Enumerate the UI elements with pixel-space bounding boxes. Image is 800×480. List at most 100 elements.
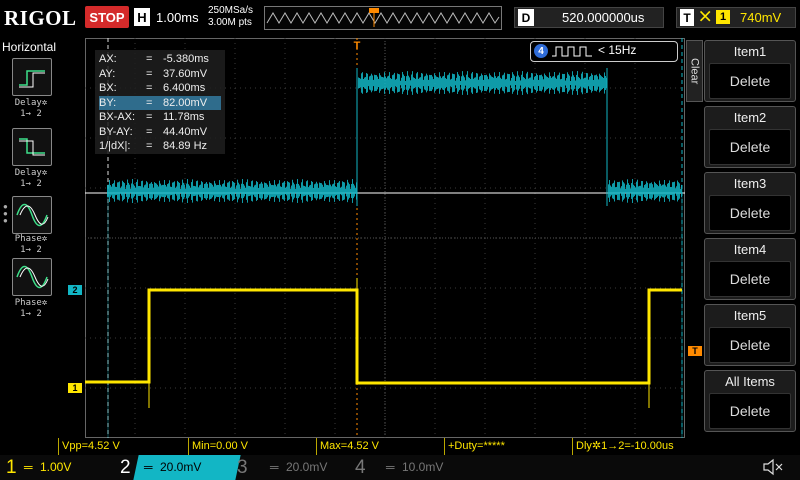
delete-button[interactable]: Delete <box>709 63 791 99</box>
readout-value: -5.380ms <box>163 53 209 65</box>
readout-value: 6.400ms <box>163 82 206 94</box>
ch2-offset-marker[interactable]: 2 <box>68 285 82 295</box>
softkey-item-4[interactable]: Item4 Delete <box>704 238 796 300</box>
delete-button[interactable]: Delete <box>709 129 791 165</box>
readout-equals: = <box>146 140 153 152</box>
delete-button[interactable]: Delete <box>709 393 791 429</box>
channel-4-number[interactable]: 4 <box>355 455 366 480</box>
caption-line-2: 1→ 2 <box>20 245 42 255</box>
horizontal-label: H <box>134 8 150 26</box>
dc-coupling-icon: ═ <box>270 460 279 474</box>
caption-line-1: Phase✲ <box>14 298 48 308</box>
readout-value: 44.40mV <box>163 125 208 138</box>
ch1-offset-marker[interactable]: 1 <box>68 383 82 393</box>
channel-3-scale[interactable]: 20.0mV <box>286 457 327 478</box>
phase-sine-icon <box>16 203 49 227</box>
delete-button[interactable]: Delete <box>709 327 791 363</box>
readout-equals: = <box>146 53 153 65</box>
caption-line-2: 1→ 2 <box>20 179 42 189</box>
delay-fall-icon <box>19 138 45 156</box>
delete-button[interactable]: Delete <box>709 261 791 297</box>
ch4-frequency: < 15Hz <box>598 43 637 57</box>
measurement-item[interactable]: +Duty=***** <box>444 438 572 455</box>
cursor-readout-row: BX-AX: = 11.78ms <box>99 110 221 124</box>
more-dots-icon: ● ● ● <box>3 202 8 225</box>
top-status-bar: RIGOL STOP H 1.00ms 250MSa/s 3.00M pts D… <box>0 0 800 38</box>
delay-rise-button[interactable] <box>12 58 52 96</box>
speaker-mute-icon[interactable] <box>762 458 784 476</box>
ch2-trace-low-1 <box>107 179 357 203</box>
softkey-title: Item1 <box>733 44 767 59</box>
run-stop-button[interactable]: STOP <box>85 6 129 28</box>
channel-1-number[interactable]: 1 <box>6 455 17 480</box>
brand-logo: RIGOL <box>4 6 77 30</box>
clear-tab[interactable]: Clear <box>686 40 703 102</box>
channel-1-scale[interactable]: 1.00V <box>40 457 71 478</box>
readout-label: BY: <box>99 96 117 109</box>
delete-button[interactable]: Delete <box>709 195 791 231</box>
trigger-level: 740mV <box>740 10 782 25</box>
phase-button-1[interactable] <box>12 196 52 234</box>
trigger-position-marker[interactable]: T <box>352 40 362 52</box>
dc-coupling-icon: ═ <box>386 460 395 474</box>
channel-4-scale[interactable]: 10.0mV <box>402 457 443 478</box>
caption-line-1: Delay✲ <box>14 98 48 108</box>
cursor-readout-panel: AX: = -5.380ms AY: = 37.60mV BX: = 6.400ms BY: = 82… <box>95 50 225 154</box>
softkey-item-3[interactable]: Item3 Delete <box>704 172 796 234</box>
readout-label: BY-AY: <box>99 125 133 138</box>
readout-equals: = <box>146 125 153 138</box>
phase-sine-icon <box>16 265 49 289</box>
softkey-title: Item4 <box>733 242 767 257</box>
delay-rise-caption: Delay✲ 1→ 2 <box>4 98 58 120</box>
readout-label: AY: <box>99 67 116 80</box>
measurement-bar: Vpp=4.52 V Min=0.00 V Max=4.52 V +Duty=****… <box>58 438 800 455</box>
rising-edge-icon: ⨉ <box>700 9 711 24</box>
timebase-value[interactable]: 1.00ms <box>156 10 199 25</box>
cursor-readout-row: AY: = 37.60mV <box>99 67 221 81</box>
readout-value: 37.60mV <box>163 67 208 80</box>
readout-label: BX: <box>99 82 117 94</box>
waveform-overview[interactable] <box>264 6 502 30</box>
phase-button-2[interactable] <box>12 258 52 296</box>
softkey-item-5[interactable]: Item5 Delete <box>704 304 796 366</box>
readout-value: 11.78ms <box>163 111 205 123</box>
trigger-label: T <box>680 9 694 26</box>
delay-label: D <box>518 9 534 26</box>
softkey-item-6[interactable]: All Items Delete <box>704 370 796 432</box>
measurement-item[interactable]: Dly✲1→2=-10.00us <box>572 438 722 455</box>
overview-waveform-icon <box>266 8 500 27</box>
readout-label: 1/|dX|: <box>99 140 131 152</box>
channel-2-number[interactable]: 2 <box>120 455 131 480</box>
delay-rise-icon <box>19 70 45 88</box>
softkey-item-2[interactable]: Item2 Delete <box>704 106 796 168</box>
horizontal-menu: Horizontal Delay✲ 1→ 2 Delay✲ 1→ 2 ● ● ● P… <box>0 38 58 438</box>
caption-line-1: Phase✲ <box>14 234 48 244</box>
cursor-readout-row: BX: = 6.400ms <box>99 81 221 95</box>
ch2-trace-low-2 <box>608 179 682 203</box>
trigger-source: 1 <box>716 10 730 24</box>
readout-equals: = <box>146 67 153 80</box>
measurement-item[interactable]: Min=0.00 V <box>188 438 316 455</box>
delay-fall-caption: Delay✲ 1→ 2 <box>4 168 58 190</box>
menu-title: Horizontal <box>2 40 57 54</box>
measurement-item[interactable]: Vpp=4.52 V <box>58 438 188 455</box>
readout-equals: = <box>146 82 153 94</box>
cursor-readout-row: AX: = -5.380ms <box>99 52 221 66</box>
channel-2-scale[interactable]: 20.0mV <box>160 457 201 478</box>
readout-equals: = <box>146 111 153 123</box>
delay-fall-button[interactable] <box>12 128 52 166</box>
readout-label: BX-AX: <box>99 111 136 123</box>
square-wave-icon <box>552 46 592 57</box>
phase-caption-1: Phase✲ 1→ 2 <box>4 234 58 256</box>
readout-value: 82.00mV <box>163 96 208 109</box>
ch2-trace-high <box>358 71 607 95</box>
cursor-readout-row: BY: = 82.00mV <box>99 95 221 110</box>
measure-clear-menu: Item1 Delete Item2 Delete Item3 Delete Item4 De… <box>704 40 798 438</box>
measurement-item[interactable]: Max=4.52 V <box>316 438 444 455</box>
delay-value: 520.000000us <box>562 10 645 25</box>
channel-3-number[interactable]: 3 <box>237 455 248 480</box>
phase-caption-2: Phase✲ 1→ 2 <box>4 298 58 320</box>
softkey-item-1[interactable]: Item1 Delete <box>704 40 796 102</box>
softkey-title: Item3 <box>733 176 767 191</box>
trigger-level-marker[interactable]: T <box>688 346 702 356</box>
